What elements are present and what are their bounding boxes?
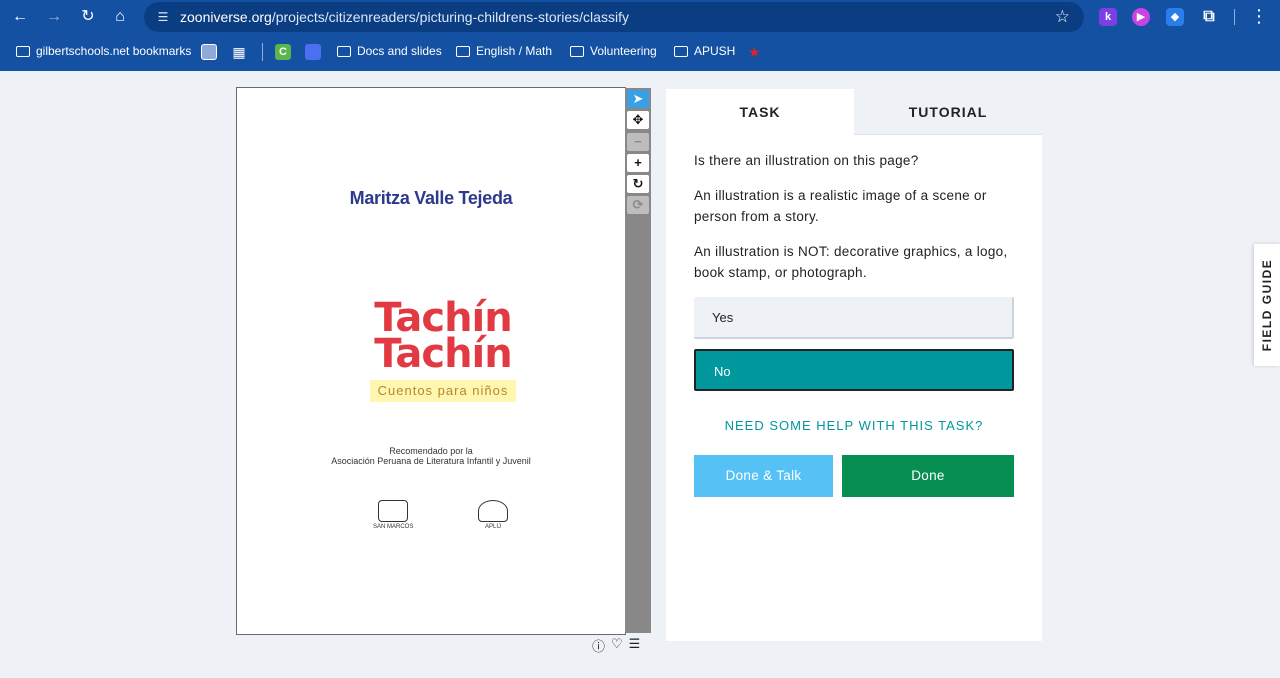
tab-task[interactable]: TASK bbox=[666, 89, 854, 135]
bookmark-c-icon[interactable]: C bbox=[275, 44, 291, 60]
pointer-tool-icon[interactable]: ➤ bbox=[627, 90, 649, 108]
extension-app-icon[interactable]: ◆ bbox=[1166, 8, 1184, 26]
task-question: Is there an illustration on this page? bbox=[694, 153, 919, 168]
zoom-out-icon[interactable]: − bbox=[627, 133, 649, 151]
extensions-puzzle-icon[interactable]: ⧉ bbox=[1200, 8, 1218, 26]
folder-icon bbox=[570, 45, 584, 57]
answer-no-button[interactable]: No bbox=[694, 349, 1014, 391]
bookmark-star-red-icon[interactable]: ★ bbox=[748, 44, 761, 61]
subject-meta-bar: ⓘ ♡ ☰ bbox=[592, 636, 640, 655]
field-guide-label: FIELD GUIDE bbox=[1260, 258, 1274, 352]
recommendation-line-2: Asociación Peruana de Literatura Infanti… bbox=[331, 456, 531, 466]
info-icon[interactable]: ⓘ bbox=[592, 636, 605, 655]
toolbar-separator bbox=[1234, 9, 1235, 25]
bookmarks-separator bbox=[262, 43, 263, 61]
seal-label: SAN MARCOS bbox=[373, 524, 414, 530]
browser-menu-icon[interactable]: ⋮ bbox=[1250, 6, 1268, 27]
seal-logo-icon bbox=[478, 500, 508, 522]
bookmark-label: gilbertschools.net bookmarks bbox=[36, 44, 192, 58]
move-tool-icon[interactable]: ✥ bbox=[627, 111, 649, 129]
book-author: Maritza Valle Tejeda bbox=[349, 188, 513, 208]
bookmark-star-icon[interactable]: ☆ bbox=[1055, 7, 1070, 27]
bookmark-volunteering[interactable]: Volunteering bbox=[570, 44, 657, 58]
done-and-talk-button[interactable]: Done & Talk bbox=[694, 455, 833, 497]
reload-icon[interactable]: ↻ bbox=[76, 6, 100, 30]
bookmark-label: Volunteering bbox=[590, 44, 657, 58]
folder-icon bbox=[456, 45, 470, 57]
address-bar[interactable]: ☰ zooniverse.org/projects/citizenreaders… bbox=[144, 2, 1084, 32]
site-info-icon[interactable]: ☰ bbox=[154, 8, 172, 26]
field-guide-tab[interactable]: FIELD GUIDE bbox=[1254, 244, 1280, 366]
book-subtitle: Cuentos para niños bbox=[370, 380, 516, 402]
subject-viewer[interactable]: Maritza Valle Tejeda Tachín Tachín Cuent… bbox=[236, 87, 626, 635]
reset-view-icon[interactable]: ⟳ bbox=[627, 196, 649, 214]
seal-label: APLIJ bbox=[484, 524, 501, 530]
bookmark-grid-icon[interactable]: ▦ bbox=[231, 44, 247, 60]
folder-icon bbox=[674, 45, 688, 57]
url-host: zooniverse.org bbox=[180, 9, 272, 25]
forward-arrow-icon[interactable]: → bbox=[42, 6, 66, 30]
favorite-heart-icon[interactable]: ♡ bbox=[611, 636, 623, 655]
url-text[interactable]: zooniverse.org/projects/citizenreaders/p… bbox=[180, 9, 629, 25]
task-help-text: An illustration is a realistic image of … bbox=[694, 188, 987, 224]
zoom-in-icon[interactable]: + bbox=[627, 154, 649, 172]
book-recommendation: Recomendado por la Asociación Peruana de… bbox=[237, 446, 625, 466]
publisher-seal: SAN MARCOS bbox=[373, 500, 413, 530]
folder-icon bbox=[337, 45, 351, 57]
tab-tutorial[interactable]: TUTORIAL bbox=[854, 89, 1042, 135]
recommendation-line-1: Recomendado por la bbox=[389, 446, 473, 456]
done-button[interactable]: Done bbox=[842, 455, 1014, 497]
bookmarks-bar: gilbertschools.net bookmarks ▦ C Docs an… bbox=[0, 34, 1280, 71]
bookmark-blue-icon[interactable] bbox=[305, 44, 321, 60]
viewer-toolbar: ➤ ✥ − + ↻ ⟳ bbox=[625, 88, 651, 633]
extension-k-icon[interactable]: k bbox=[1099, 8, 1117, 26]
bookmark-gilbertschools[interactable]: gilbertschools.net bookmarks bbox=[16, 44, 191, 58]
bookmark-english-math[interactable]: English / Math bbox=[456, 44, 552, 58]
book-title-line-2: Tachín bbox=[374, 331, 513, 377]
browser-toolbar: ← → ↻ ⌂ ☰ zooniverse.org/projects/citize… bbox=[0, 0, 1280, 34]
home-icon[interactable]: ⌂ bbox=[108, 6, 132, 30]
bookmark-label: APUSH bbox=[694, 44, 736, 58]
rotate-icon[interactable]: ↻ bbox=[627, 175, 649, 193]
bookmark-docs-and-slides[interactable]: Docs and slides bbox=[337, 44, 442, 58]
need-help-link[interactable]: NEED SOME HELP WITH THIS TASK? bbox=[694, 418, 1014, 433]
url-path: /projects/citizenreaders/picturing-child… bbox=[271, 9, 629, 25]
answer-yes-button[interactable]: Yes bbox=[694, 297, 1014, 339]
extension-video-icon[interactable]: ▶ bbox=[1132, 8, 1150, 26]
bookmark-label: English / Math bbox=[476, 44, 553, 58]
collections-list-icon[interactable]: ☰ bbox=[629, 636, 641, 655]
bookmark-label: Docs and slides bbox=[357, 44, 442, 58]
association-seal: APLIJ bbox=[478, 500, 508, 530]
bookmark-apush[interactable]: APUSH bbox=[674, 44, 735, 58]
bookmark-app-icon[interactable] bbox=[201, 44, 217, 60]
book-title: Tachín Tachín bbox=[368, 298, 518, 377]
back-arrow-icon[interactable]: ← bbox=[8, 6, 32, 30]
folder-icon bbox=[16, 45, 30, 57]
task-panel: TASK TUTORIAL Is there an illustration o… bbox=[666, 89, 1042, 641]
seal-logo-icon bbox=[378, 500, 409, 522]
task-help-text: An illustration is NOT: decorative graph… bbox=[694, 244, 1008, 280]
